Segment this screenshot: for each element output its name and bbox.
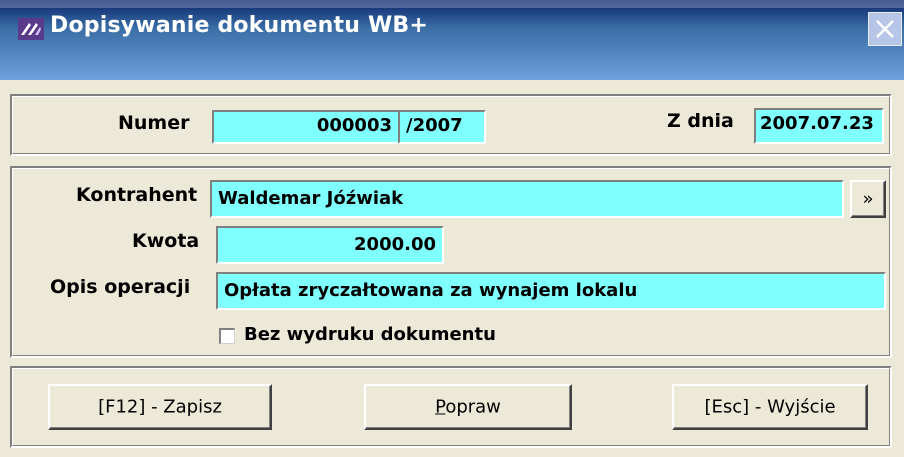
fix-button[interactable]: Popraw [364,384,572,430]
opis-value: Opłata zryczałtowana za wynajem lokalu [224,280,638,301]
exit-button[interactable]: [Esc] - Wyjście [672,384,868,430]
save-label: [F12] - Zapisz [98,396,222,418]
window-title: Dopisywanie dokumentu WB+ [50,13,429,38]
close-icon [876,20,894,38]
no-print-checkbox[interactable] [219,328,235,344]
numer-year-field[interactable]: /2007 [398,110,486,144]
fix-label: Popraw [435,396,501,418]
numer-label: Numer [118,112,190,134]
title-bar[interactable]: Dopisywanie dokumentu WB+ [0,0,904,80]
kwota-field[interactable]: 2000.00 [216,226,444,264]
browse-label: » [862,188,874,210]
exit-label: [Esc] - Wyjście [704,396,836,418]
kontrahent-value: Waldemar Jóźwiak [218,188,404,209]
date-label: Z dnia [667,110,734,132]
opis-field[interactable]: Opłata zryczałtowana za wynajem lokalu [216,272,886,310]
title-highlight [0,0,904,8]
no-print-label[interactable]: Bez wydruku dokumentu [244,324,496,345]
opis-label: Opis operacji [50,276,191,298]
numer-year-value: /2007 [406,115,463,136]
kwota-label: Kwota [132,230,200,252]
date-field[interactable]: 2007.07.23 [754,108,884,144]
numer-value: 000003 [316,115,392,136]
kontrahent-label: Kontrahent [76,184,198,206]
numer-field[interactable]: 000003 [212,110,400,144]
buttons-group: [F12] - Zapisz Popraw [Esc] - Wyjście [10,366,892,448]
save-button[interactable]: [F12] - Zapisz [48,384,272,430]
browse-kontrahent-button[interactable]: » [850,180,886,218]
app-icon [18,18,44,40]
dialog-window: Dopisywanie dokumentu WB+ Numer 000003 /… [0,0,904,457]
kontrahent-field[interactable]: Waldemar Jóźwiak [210,180,844,218]
header-group: Numer 000003 /2007 Z dnia 2007.07.23 [10,94,892,156]
details-group: Kontrahent Waldemar Jóźwiak » Kwota 2000… [10,166,892,358]
date-value: 2007.07.23 [760,113,874,134]
kwota-value: 2000.00 [354,234,436,255]
close-button[interactable] [868,12,902,46]
